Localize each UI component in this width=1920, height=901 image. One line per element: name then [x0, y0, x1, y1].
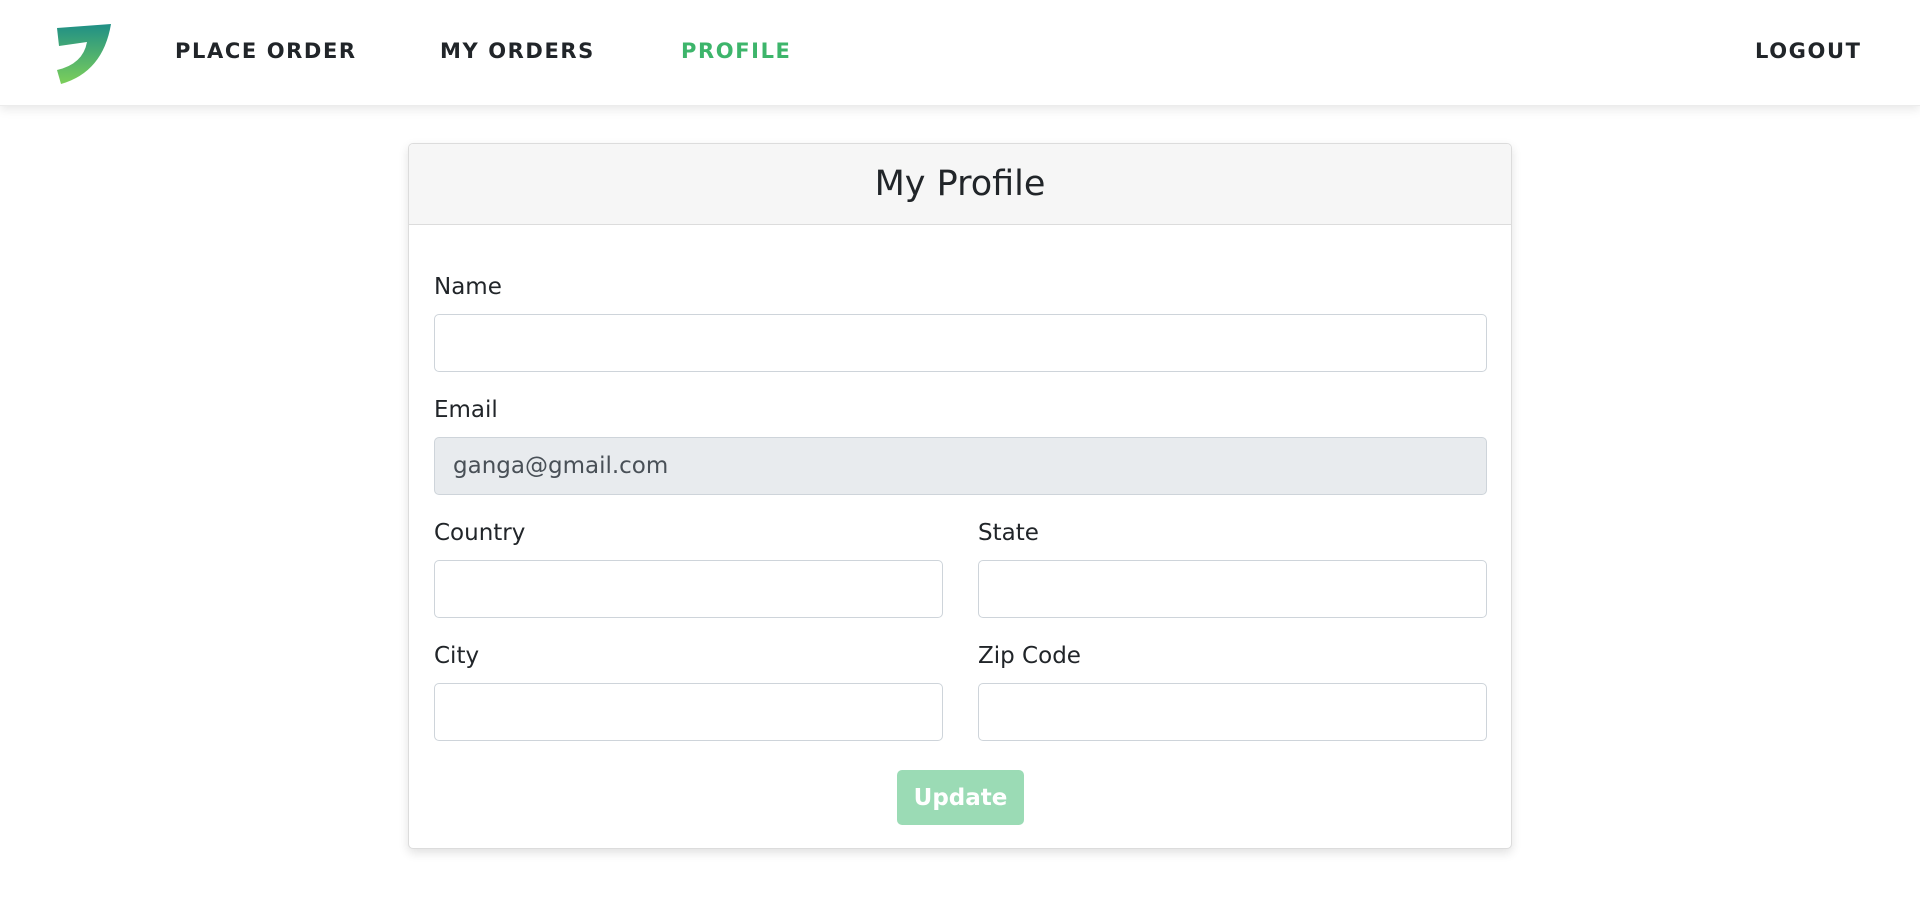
- nav-profile[interactable]: PROFILE: [681, 39, 792, 63]
- state-field-group: State: [978, 519, 1487, 618]
- leaf-logo-icon[interactable]: [53, 24, 111, 84]
- nav-my-orders[interactable]: MY ORDERS: [440, 39, 595, 63]
- city-input[interactable]: [434, 683, 943, 741]
- profile-card-header: My Profile: [409, 144, 1511, 225]
- profile-card: My Profile Name Email Country State City…: [408, 143, 1512, 849]
- zip-field-group: Zip Code: [978, 642, 1487, 741]
- top-navbar: PLACE ORDER MY ORDERS PROFILE LOGOUT: [0, 0, 1920, 106]
- country-label: Country: [434, 520, 526, 546]
- nav-logout[interactable]: LOGOUT: [1755, 39, 1862, 63]
- country-field-group: Country: [434, 519, 943, 618]
- city-field-group: City: [434, 642, 943, 741]
- zip-input[interactable]: [978, 683, 1487, 741]
- name-field-group: Name: [434, 273, 1487, 372]
- state-label: State: [978, 520, 1039, 546]
- city-label: City: [434, 643, 480, 669]
- email-field-group: Email: [434, 396, 1487, 495]
- country-input[interactable]: [434, 560, 943, 618]
- name-label: Name: [434, 274, 502, 300]
- zip-label: Zip Code: [978, 643, 1081, 669]
- nav-place-order[interactable]: PLACE ORDER: [175, 39, 357, 63]
- update-button[interactable]: Update: [897, 770, 1024, 825]
- state-input[interactable]: [978, 560, 1487, 618]
- name-input[interactable]: [434, 314, 1487, 372]
- email-input: [434, 437, 1487, 495]
- email-label: Email: [434, 397, 498, 423]
- page-title: My Profile: [874, 164, 1046, 204]
